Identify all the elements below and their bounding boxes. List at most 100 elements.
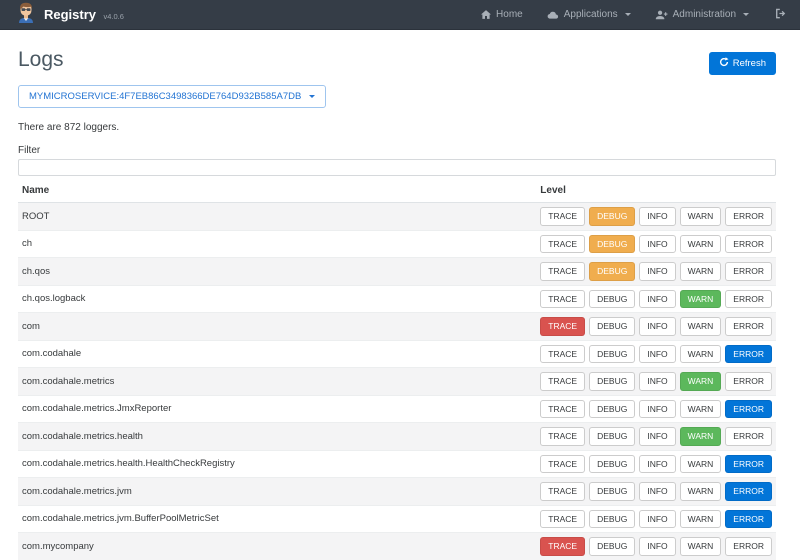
level-button-error[interactable]: ERROR [725, 427, 772, 446]
filter-input[interactable] [18, 159, 776, 176]
level-button-error[interactable]: ERROR [725, 262, 772, 281]
level-button-debug[interactable]: DEBUG [589, 455, 635, 474]
level-button-group: TRACEDEBUGINFO WARNERROR [540, 345, 772, 364]
level-button-error[interactable]: ERROR [725, 317, 772, 336]
level-button-info[interactable]: INFO [639, 400, 675, 419]
level-button-warn[interactable]: WARN [680, 207, 722, 226]
refresh-button[interactable]: Refresh [709, 52, 776, 75]
level-button-warn[interactable]: WARN [680, 372, 722, 391]
level-button-error[interactable]: ERROR [725, 372, 772, 391]
level-button-trace[interactable]: TRACE [540, 400, 585, 419]
logger-level-cell: TRACEDEBUGINFO WARNERROR [536, 395, 776, 423]
refresh-icon [719, 57, 729, 70]
refresh-label: Refresh [733, 58, 766, 69]
logger-name: com [18, 313, 536, 341]
level-button-warn[interactable]: WARN [680, 235, 722, 254]
level-button-error[interactable]: ERROR [725, 207, 772, 226]
level-button-debug[interactable]: DEBUG [589, 207, 635, 226]
level-button-debug[interactable]: DEBUG [589, 235, 635, 254]
logger-level-cell: TRACEDEBUGINFO WARNERROR [536, 533, 776, 560]
level-button-warn[interactable]: WARN [680, 455, 722, 474]
brand-name: Registry [44, 7, 96, 22]
level-button-trace[interactable]: TRACE [540, 455, 585, 474]
sign-out-button[interactable] [775, 6, 786, 24]
level-button-error[interactable]: ERROR [725, 290, 772, 309]
level-button-info[interactable]: INFO [639, 207, 675, 226]
logger-name: ch [18, 230, 536, 258]
level-button-error[interactable]: ERROR [725, 537, 772, 556]
level-button-group: TRACEDEBUGINFO WARNERROR [540, 207, 772, 226]
level-button-error[interactable]: ERROR [725, 482, 772, 501]
level-button-info[interactable]: INFO [639, 372, 675, 391]
level-button-trace[interactable]: TRACE [540, 427, 585, 446]
level-button-info[interactable]: INFO [639, 290, 675, 309]
level-button-debug[interactable]: DEBUG [589, 317, 635, 336]
level-button-debug[interactable]: DEBUG [589, 262, 635, 281]
logger-level-cell: TRACEDEBUGINFO WARNERROR [536, 230, 776, 258]
sign-out-icon [775, 6, 786, 24]
logger-level-cell: TRACEDEBUGINFO WARNERROR [536, 340, 776, 368]
level-button-error[interactable]: ERROR [725, 400, 772, 419]
level-button-trace[interactable]: TRACE [540, 510, 585, 529]
level-button-warn[interactable]: WARN [680, 482, 722, 501]
level-button-warn[interactable]: WARN [680, 400, 722, 419]
nav-item-administration[interactable]: Administration [655, 9, 749, 20]
level-button-error[interactable]: ERROR [725, 455, 772, 474]
nav-item-home[interactable]: Home [481, 9, 523, 20]
table-row: ch.qos.logbackTRACEDEBUGINFOWARNERROR [18, 285, 776, 313]
logger-name: ROOT [18, 203, 536, 231]
level-button-trace[interactable]: TRACE [540, 372, 585, 391]
level-button-error[interactable]: ERROR [725, 345, 772, 364]
level-button-debug[interactable]: DEBUG [589, 510, 635, 529]
table-row: comTRACEDEBUGINFO WARNERROR [18, 313, 776, 341]
level-button-trace[interactable]: TRACE [540, 262, 585, 281]
level-button-error[interactable]: ERROR [725, 510, 772, 529]
nav-item-applications[interactable]: Applications [547, 9, 631, 20]
level-button-debug[interactable]: DEBUG [589, 400, 635, 419]
level-button-info[interactable]: INFO [639, 235, 675, 254]
level-button-debug[interactable]: DEBUG [589, 482, 635, 501]
level-button-group: TRACEDEBUGINFO WARNERROR [540, 235, 772, 254]
level-button-info[interactable]: INFO [639, 482, 675, 501]
level-button-warn[interactable]: WARN [680, 510, 722, 529]
level-button-debug[interactable]: DEBUG [589, 372, 635, 391]
brand-link[interactable]: Registry v4.0.6 [18, 2, 124, 28]
level-button-debug[interactable]: DEBUG [589, 427, 635, 446]
logger-level-cell: TRACEDEBUGINFO WARNERROR [536, 423, 776, 451]
level-button-debug[interactable]: DEBUG [589, 537, 635, 556]
level-button-debug[interactable]: DEBUG [589, 345, 635, 364]
level-button-trace[interactable]: TRACE [540, 345, 585, 364]
level-button-warn[interactable]: WARN [680, 345, 722, 364]
level-button-trace[interactable]: TRACE [540, 290, 585, 309]
level-button-warn[interactable]: WARN [680, 427, 722, 446]
level-button-info[interactable]: INFO [639, 455, 675, 474]
home-icon [481, 10, 491, 19]
level-button-trace[interactable]: TRACE [540, 317, 585, 336]
page-title: Logs [18, 49, 64, 70]
instance-selector-label: MYMICROSERVICE:4F7EB86C3498366DE764D932B… [29, 91, 301, 102]
level-button-warn[interactable]: WARN [680, 537, 722, 556]
level-button-info[interactable]: INFO [639, 345, 675, 364]
logger-level-cell: TRACEDEBUGINFO WARNERROR [536, 203, 776, 231]
table-row: chTRACEDEBUGINFO WARNERROR [18, 230, 776, 258]
logger-level-cell: TRACEDEBUGINFO WARNERROR [536, 478, 776, 506]
level-button-trace[interactable]: TRACE [540, 537, 585, 556]
level-button-trace[interactable]: TRACE [540, 207, 585, 226]
level-button-info[interactable]: INFO [639, 510, 675, 529]
level-button-group: TRACEDEBUGINFO WARNERROR [540, 455, 772, 474]
level-button-trace[interactable]: TRACE [540, 482, 585, 501]
level-button-info[interactable]: INFO [639, 262, 675, 281]
level-button-info[interactable]: INFO [639, 427, 675, 446]
level-button-warn[interactable]: WARN [680, 262, 722, 281]
level-button-warn[interactable]: WARN [680, 317, 722, 336]
level-button-info[interactable]: INFO [639, 317, 675, 336]
instance-selector-dropdown[interactable]: MYMICROSERVICE:4F7EB86C3498366DE764D932B… [18, 85, 326, 108]
nav-item-label: Home [496, 9, 523, 20]
level-button-group: TRACEDEBUGINFO WARNERROR [540, 482, 772, 501]
level-button-trace[interactable]: TRACE [540, 235, 585, 254]
level-button-debug[interactable]: DEBUG [589, 290, 635, 309]
level-button-warn[interactable]: WARN [680, 290, 722, 309]
level-button-info[interactable]: INFO [639, 537, 675, 556]
level-button-error[interactable]: ERROR [725, 235, 772, 254]
logger-level-cell: TRACEDEBUGINFO WARNERROR [536, 285, 776, 313]
